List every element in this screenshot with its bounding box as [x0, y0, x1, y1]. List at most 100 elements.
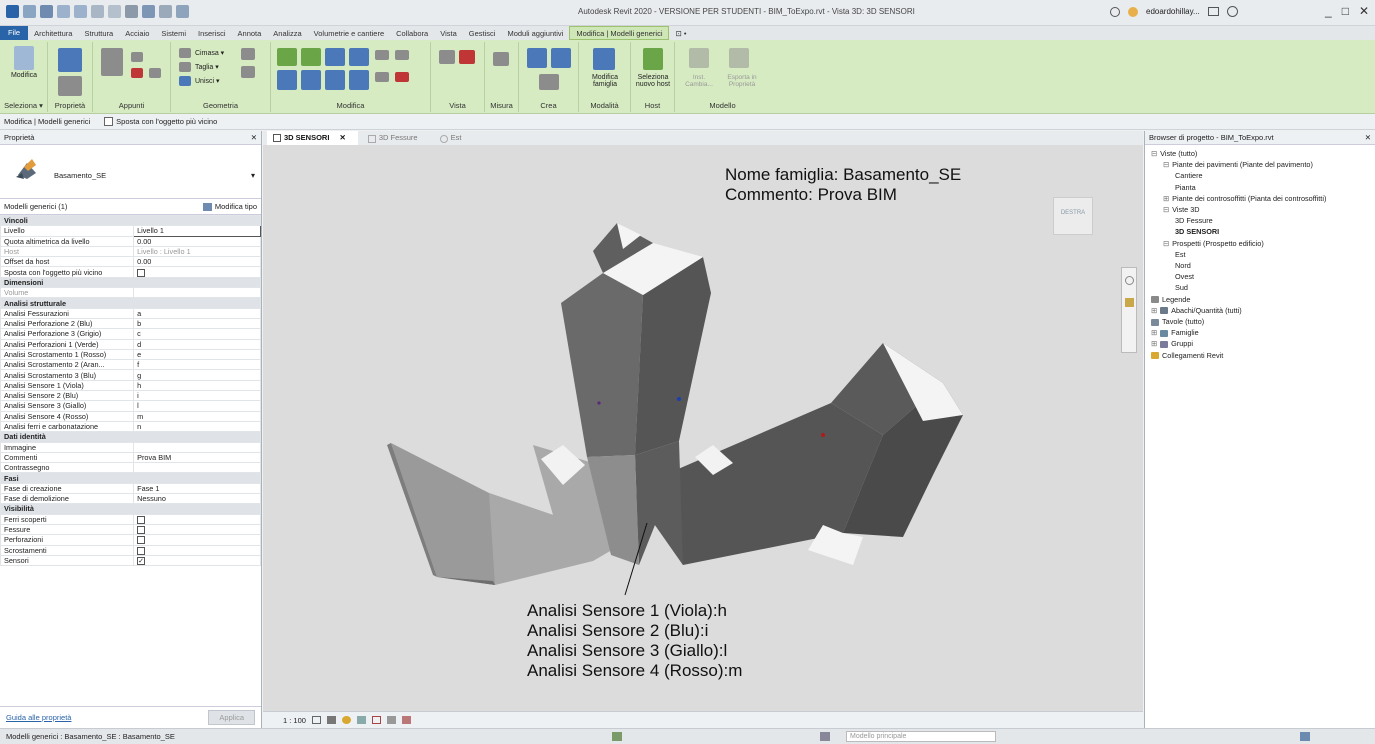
view-tab-3d-fessure[interactable]: 3D Fessure: [362, 133, 430, 143]
checkbox-unchecked[interactable]: [137, 536, 146, 544]
browser-node[interactable]: ⊞ Famiglie: [1151, 328, 1199, 337]
tab-file[interactable]: File: [0, 26, 29, 40]
type-selector[interactable]: Basamento_SE ▾: [0, 145, 261, 199]
split-icon[interactable]: [375, 50, 389, 60]
browser-node[interactable]: Est: [1175, 250, 1186, 259]
text-icon[interactable]: [125, 5, 138, 18]
property-value[interactable]: ✓: [133, 554, 261, 567]
close-button[interactable]: ✕: [1359, 4, 1369, 18]
browser-node[interactable]: ⊟ Prospetti (Prospetto edificio): [1163, 239, 1264, 248]
checkbox-unchecked[interactable]: [137, 268, 146, 277]
worksets-icon[interactable]: [612, 732, 622, 741]
user-name[interactable]: edoardohillay...: [1146, 7, 1200, 16]
view-tab-3d-sensori[interactable]: 3D SENSORI ✕: [267, 131, 358, 145]
browser-node[interactable]: Pianta: [1175, 183, 1196, 192]
match-properties-icon[interactable]: [149, 68, 161, 78]
property-value[interactable]: a: [133, 307, 261, 319]
maximize-button[interactable]: □: [1342, 4, 1349, 18]
redo-icon[interactable]: [74, 5, 87, 18]
property-value[interactable]: 0.00: [133, 256, 261, 268]
offset-icon[interactable]: [301, 48, 321, 66]
browser-node[interactable]: 3D SENSORI: [1175, 227, 1219, 236]
tab-moduli-aggiuntivi[interactable]: Moduli aggiuntivi: [501, 29, 569, 38]
cart-icon[interactable]: [1207, 7, 1219, 16]
checkbox-unchecked[interactable]: [137, 515, 146, 524]
edit-family-icon[interactable]: [593, 48, 615, 70]
align-icon[interactable]: [277, 48, 297, 66]
tab-acciaio[interactable]: Acciaio: [119, 29, 155, 38]
measure-icon[interactable]: [108, 5, 121, 18]
tab-sistemi[interactable]: Sistemi: [155, 29, 192, 38]
design-options-icon[interactable]: [820, 732, 830, 741]
cut-geometry-icon[interactable]: [179, 62, 191, 72]
property-group-header[interactable]: Vincoli: [0, 214, 261, 227]
browser-node[interactable]: Ovest: [1175, 272, 1194, 281]
cut-label[interactable]: Taglia ▾: [195, 63, 219, 71]
property-value[interactable]: [133, 534, 261, 546]
property-group-header[interactable]: Dimensioni: [0, 276, 261, 289]
model-tool-1-label[interactable]: Inst. Cambia...: [679, 74, 719, 88]
property-value[interactable]: f: [133, 359, 261, 371]
sposta-checkbox[interactable]: [104, 117, 114, 127]
cope-icon[interactable]: [179, 48, 191, 58]
rotate-icon[interactable]: [325, 70, 345, 90]
property-value[interactable]: [133, 462, 261, 474]
property-value[interactable]: Livello : Livello 1: [133, 245, 261, 258]
collapse-icon[interactable]: ⊟: [1163, 205, 1169, 214]
property-value[interactable]: c: [133, 328, 261, 340]
property-group-header[interactable]: Analisi strutturale: [0, 297, 261, 309]
zoom-icon[interactable]: [1125, 298, 1134, 307]
property-value[interactable]: m: [133, 410, 261, 422]
browser-node[interactable]: ⊞ Gruppi: [1151, 339, 1193, 348]
undo-icon[interactable]: [57, 5, 70, 18]
mirror-draw-icon[interactable]: [349, 48, 369, 66]
sposta-option[interactable]: Sposta con l'oggetto più vicino: [104, 117, 217, 127]
browser-node[interactable]: ⊟ Viste 3D: [1163, 205, 1200, 214]
properties-icon[interactable]: [58, 48, 82, 72]
tab-gestisci[interactable]: Gestisci: [463, 29, 502, 38]
apply-button[interactable]: Applica: [208, 710, 255, 725]
property-value[interactable]: [133, 266, 261, 278]
property-value[interactable]: [133, 441, 261, 453]
property-value[interactable]: Prova BIM: [133, 451, 261, 464]
tab-panel-toggle[interactable]: ⊡ •: [669, 29, 692, 38]
modify-button[interactable]: Modifica: [6, 46, 42, 79]
minimize-button[interactable]: _: [1325, 4, 1332, 18]
properties-help-link[interactable]: Guida alle proprietà: [6, 713, 71, 722]
tab-struttura[interactable]: Struttura: [78, 29, 119, 38]
sun-path-icon[interactable]: [341, 716, 351, 724]
array-icon[interactable]: [375, 72, 389, 82]
browser-node[interactable]: Cantiere: [1175, 171, 1203, 180]
property-value[interactable]: Fase 1: [133, 482, 261, 495]
checkbox-unchecked[interactable]: [137, 526, 146, 534]
property-value[interactable]: [133, 287, 261, 299]
browser-node[interactable]: ⊟ Viste (tutto): [1151, 149, 1197, 158]
navigation-bar[interactable]: [1121, 267, 1137, 353]
paste-icon[interactable]: [101, 48, 123, 76]
property-value[interactable]: d: [133, 338, 261, 350]
checkbox-checked[interactable]: ✓: [137, 556, 146, 565]
revit-logo-icon[interactable]: [6, 5, 19, 18]
browser-node[interactable]: ⊞ Abachi/Quantità (tutti): [1151, 306, 1242, 315]
property-value[interactable]: Livello 1: [133, 225, 261, 237]
active-model-field[interactable]: Modello principale: [846, 731, 996, 742]
cut-icon[interactable]: [131, 68, 143, 78]
crop-view-icon[interactable]: [371, 716, 381, 724]
user-icon[interactable]: [1128, 6, 1138, 17]
collapse-icon[interactable]: ⊟: [1151, 149, 1157, 158]
project-browser-close-button[interactable]: ✕: [1365, 133, 1371, 142]
tab-annota[interactable]: Annota: [232, 29, 268, 38]
thin-lines-icon[interactable]: [159, 5, 172, 18]
model-tool-1-icon[interactable]: [689, 48, 709, 68]
edit-family-label[interactable]: Modifica famiglia: [585, 74, 625, 88]
browser-node[interactable]: ⊟ Piante dei pavimenti (Piante del pavime…: [1163, 160, 1313, 169]
paint-icon[interactable]: [241, 66, 255, 78]
expand-icon[interactable]: ⊞: [1151, 328, 1157, 337]
properties-close-button[interactable]: ✕: [251, 133, 257, 142]
pick-new-host-icon[interactable]: [643, 48, 663, 70]
reveal-hidden-icon[interactable]: [401, 716, 411, 724]
browser-node[interactable]: Tavole (tutto): [1151, 317, 1204, 326]
view-tab-close-button[interactable]: ✕: [340, 133, 346, 142]
property-value[interactable]: b: [133, 317, 261, 330]
join-label[interactable]: Unisci ▾: [195, 77, 220, 85]
